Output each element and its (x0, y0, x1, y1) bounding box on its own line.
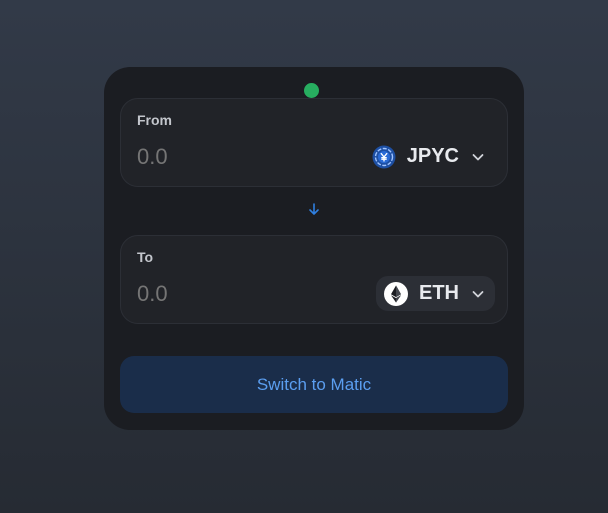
from-label: From (137, 112, 172, 128)
connection-status-dot (304, 83, 319, 98)
from-amount-input[interactable] (137, 144, 337, 170)
to-label: To (137, 249, 154, 265)
arrow-down-icon[interactable] (306, 201, 322, 217)
from-token-select[interactable]: JPYC (364, 139, 495, 174)
chevron-down-icon (471, 150, 485, 164)
to-panel: To ETH (120, 235, 508, 324)
to-amount-input[interactable] (137, 281, 337, 307)
swap-card: From JPYC To (104, 67, 524, 430)
jpyc-icon (372, 145, 396, 169)
chevron-down-icon (471, 287, 485, 301)
from-panel: From JPYC (120, 98, 508, 187)
to-token-symbol: ETH (419, 282, 459, 304)
to-token-select[interactable]: ETH (376, 276, 495, 311)
switch-network-button[interactable]: Switch to Matic (120, 356, 508, 413)
eth-icon (384, 281, 408, 306)
from-token-symbol: JPYC (406, 145, 459, 167)
